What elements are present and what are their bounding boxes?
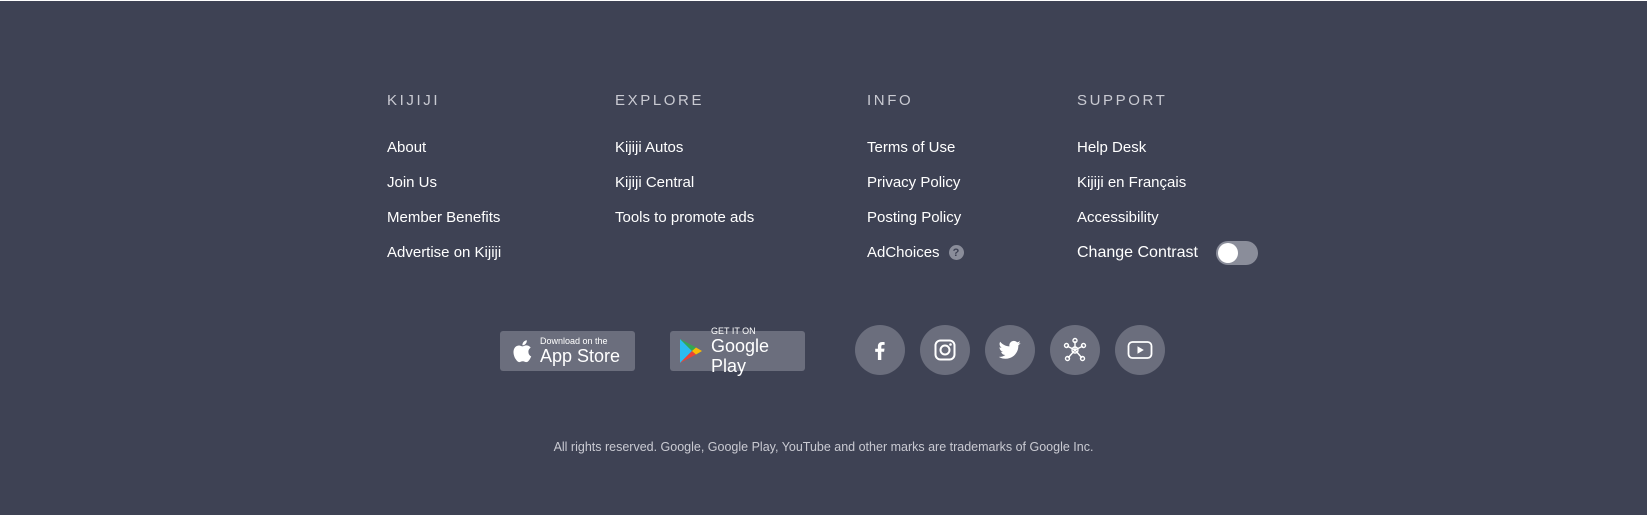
link-adchoices[interactable]: AdChoices xyxy=(867,244,940,262)
column-heading: EXPLORE xyxy=(615,92,705,109)
footer-column-support: SUPPORT Help Desk Kijiji en Français Acc… xyxy=(1077,93,1258,270)
link-accessibility[interactable]: Accessibility xyxy=(1077,209,1159,227)
link-join-us[interactable]: Join Us xyxy=(387,174,437,192)
footer-column-explore: EXPLORE Kijiji Autos Kijiji Central Tool… xyxy=(615,93,754,235)
link-advertise[interactable]: Advertise on Kijiji xyxy=(387,244,501,262)
contrast-row: Change Contrast xyxy=(1077,235,1258,270)
youtube-icon[interactable] xyxy=(1115,325,1165,375)
toggle-knob xyxy=(1217,242,1238,263)
facebook-icon[interactable] xyxy=(855,325,905,375)
app-store-badge[interactable]: Download on the App Store xyxy=(500,331,635,371)
link-francais[interactable]: Kijiji en Français xyxy=(1077,174,1186,192)
link-privacy[interactable]: Privacy Policy xyxy=(867,174,960,192)
google-play-badge[interactable]: GET IT ON Google Play xyxy=(670,326,805,376)
site-footer: KIJIJI About Join Us Member Benefits Adv… xyxy=(0,1,1647,515)
google-play-text: GET IT ON Google Play xyxy=(711,326,805,376)
legal-text: All rights reserved. Google, Google Play… xyxy=(553,440,1094,454)
twitter-icon[interactable] xyxy=(985,325,1035,375)
contrast-toggle[interactable] xyxy=(1215,240,1258,265)
link-member-benefits[interactable]: Member Benefits xyxy=(387,209,500,227)
link-tools-promote[interactable]: Tools to promote ads xyxy=(615,209,754,227)
google-play-icon xyxy=(679,338,703,364)
link-terms[interactable]: Terms of Use xyxy=(867,139,955,157)
google-play-big: Google Play xyxy=(711,336,770,376)
help-icon[interactable]: ? xyxy=(948,245,964,260)
app-store-text: Download on the App Store xyxy=(540,336,620,366)
google-play-small: GET IT ON xyxy=(711,326,756,336)
link-help-desk[interactable]: Help Desk xyxy=(1077,139,1146,157)
column-heading: SUPPORT xyxy=(1077,92,1168,109)
app-store-big: App Store xyxy=(540,346,621,366)
footer-column-kijiji: KIJIJI About Join Us Member Benefits Adv… xyxy=(387,93,501,270)
contrast-label: Change Contrast xyxy=(1077,243,1198,261)
instagram-icon[interactable] xyxy=(920,325,970,375)
footer-column-info: INFO Terms of Use Privacy Policy Posting… xyxy=(867,93,964,270)
app-store-small: Download on the xyxy=(540,336,608,346)
link-kijiji-central[interactable]: Kijiji Central xyxy=(615,174,694,192)
link-posting-policy[interactable]: Posting Policy xyxy=(867,209,961,227)
apple-icon xyxy=(512,339,532,363)
network-icon[interactable] xyxy=(1050,325,1100,375)
column-heading: KIJIJI xyxy=(387,92,441,109)
link-about[interactable]: About xyxy=(387,139,426,157)
link-kijiji-autos[interactable]: Kijiji Autos xyxy=(615,139,683,157)
column-heading: INFO xyxy=(867,92,914,109)
